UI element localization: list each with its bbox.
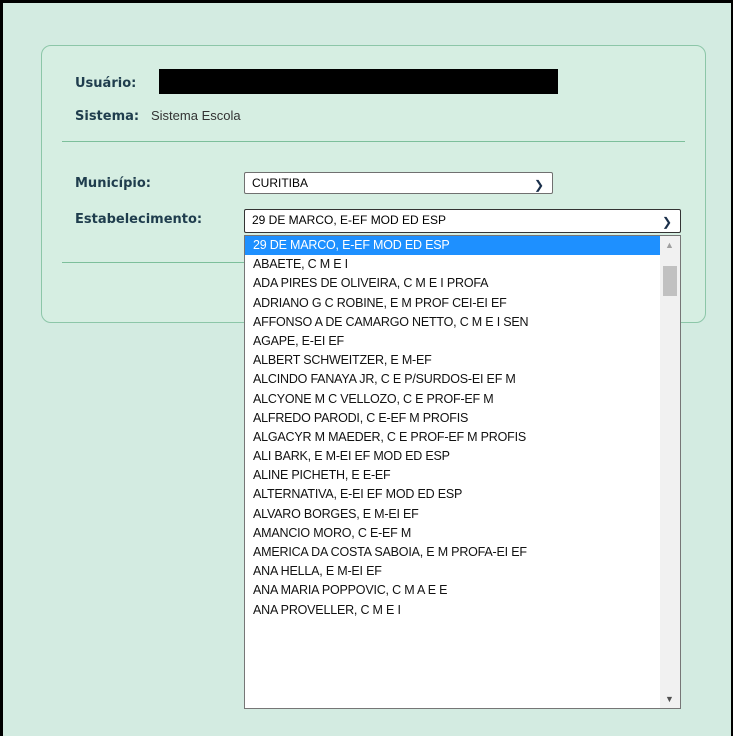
scroll-down-icon[interactable]: ▼ — [665, 694, 674, 704]
dropdown-option[interactable]: ANA PROVELLER, C M E I — [245, 601, 680, 620]
dropdown-option[interactable]: ALCINDO FANAYA JR, C E P/SURDOS-EI EF M — [245, 370, 680, 389]
estabelecimento-dropdown-list[interactable]: 29 DE MARCO, E-EF MOD ED ESP ABAETE, C M … — [244, 235, 681, 709]
dropdown-option[interactable]: ALVARO BORGES, E M-EI EF — [245, 505, 680, 524]
dropdown-option[interactable]: AMANCIO MORO, C E-EF M — [245, 524, 680, 543]
estabelecimento-select-value: 29 DE MARCO, E-EF MOD ED ESP — [252, 213, 447, 227]
dropdown-option[interactable]: ALBERT SCHWEITZER, E M-EF — [245, 351, 680, 370]
divider-top — [62, 141, 685, 142]
dropdown-option[interactable]: ADA PIRES DE OLIVEIRA, C M E I PROFA — [245, 274, 680, 293]
dropdown-option[interactable]: ALINE PICHETH, E E-EF — [245, 466, 680, 485]
dropdown-option[interactable]: AGAPE, E-EI EF — [245, 332, 680, 351]
estabelecimento-select[interactable]: 29 DE MARCO, E-EF MOD ED ESP ❯ — [244, 209, 681, 233]
dropdown-option[interactable]: ABAETE, C M E I — [245, 255, 680, 274]
dropdown-scrollbar[interactable]: ▲ ▼ — [660, 236, 680, 708]
scrollbar-thumb[interactable] — [663, 266, 677, 296]
redacted-user-name — [159, 69, 558, 94]
chevron-down-icon: ❯ — [533, 178, 544, 192]
system-value: Sistema Escola — [151, 108, 241, 123]
dropdown-option[interactable]: ALGACYR M MAEDER, C E PROF-EF M PROFIS — [245, 428, 680, 447]
dropdown-options: 29 DE MARCO, E-EF MOD ED ESP ABAETE, C M … — [245, 236, 680, 620]
dropdown-option[interactable]: AMERICA DA COSTA SABOIA, E M PROFA-EI EF — [245, 543, 680, 562]
dropdown-option[interactable]: 29 DE MARCO, E-EF MOD ED ESP — [245, 236, 680, 256]
municipio-select-value: CURITIBA — [252, 176, 309, 190]
chevron-down-icon: ❯ — [661, 215, 672, 229]
estabelecimento-label: Estabelecimento: — [75, 212, 203, 227]
divider-bottom — [62, 262, 244, 263]
scroll-up-icon[interactable]: ▲ — [665, 240, 674, 250]
municipio-select[interactable]: CURITIBA ❯ — [244, 172, 553, 194]
dropdown-option[interactable]: ALFREDO PARODI, C E-EF M PROFIS — [245, 409, 680, 428]
dropdown-option[interactable]: ALCYONE M C VELLOZO, C E PROF-EF M — [245, 390, 680, 409]
system-label: Sistema: — [75, 109, 140, 124]
dropdown-option[interactable]: ALI BARK, E M-EI EF MOD ED ESP — [245, 447, 680, 466]
dropdown-option[interactable]: ANA HELLA, E M-EI EF — [245, 562, 680, 581]
municipio-label: Município: — [75, 176, 151, 191]
user-label: Usuário: — [75, 76, 137, 91]
dropdown-option[interactable]: ANA MARIA POPPOVIC, C M A E E — [245, 581, 680, 600]
dropdown-option[interactable]: ADRIANO G C ROBINE, E M PROF CEI-EI EF — [245, 294, 680, 313]
dropdown-option[interactable]: ALTERNATIVA, E-EI EF MOD ED ESP — [245, 485, 680, 504]
dropdown-option[interactable]: AFFONSO A DE CAMARGO NETTO, C M E I SEN — [245, 313, 680, 332]
